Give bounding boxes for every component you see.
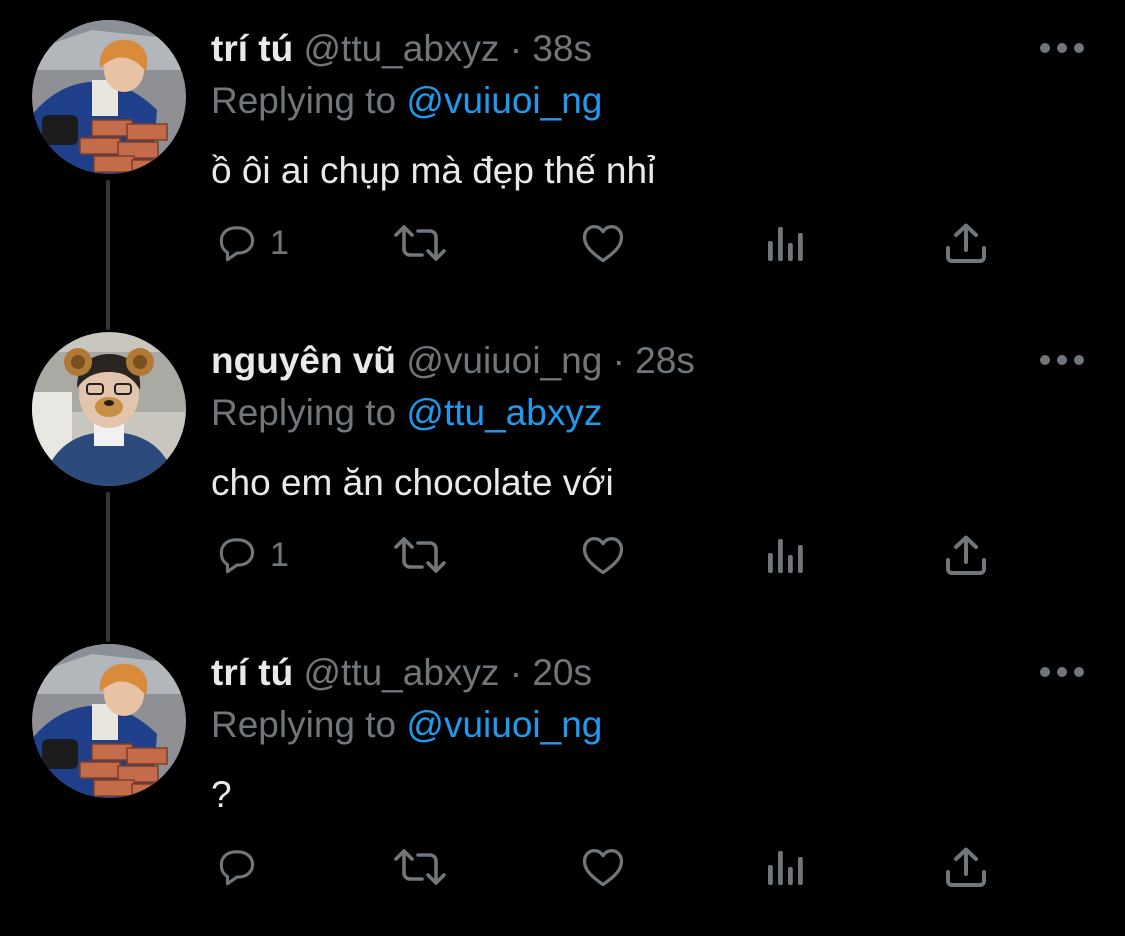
tweet-text: ồ ôi ai chụp mà đẹp thế nhỉ — [211, 150, 656, 191]
separator-dot: · — [509, 28, 523, 69]
timestamp[interactable]: 38s — [532, 28, 592, 69]
tweet-text: ? — [211, 774, 232, 815]
tweet-text: cho em ăn chocolate với — [211, 462, 614, 503]
tweet[interactable]: trí tú @ttu_abxyz · 38s Replying to @vui… — [0, 0, 1125, 312]
views-icon — [766, 535, 806, 575]
reply-count: 1 — [270, 536, 289, 574]
share-icon — [944, 222, 988, 264]
heart-icon — [580, 846, 626, 888]
retweet-icon — [392, 221, 448, 265]
tweet-actions: 1 — [0, 525, 1125, 585]
retweet-button[interactable] — [392, 525, 448, 585]
separator-dot: · — [612, 340, 625, 381]
tweet-header: nguyên vũ @vuiuoi_ng · 28s — [211, 338, 695, 384]
like-button[interactable] — [580, 213, 626, 273]
share-icon — [944, 846, 988, 888]
tweet-header: trí tú @ttu_abxyz · 20s — [211, 650, 592, 696]
tweet-actions: 1 — [0, 213, 1125, 273]
separator-dot: · — [509, 652, 523, 693]
display-name[interactable]: trí tú — [211, 652, 293, 693]
user-handle[interactable]: @ttu_abxyz — [303, 28, 499, 69]
user-handle[interactable]: @vuiuoi_ng — [406, 340, 602, 381]
mention-link[interactable]: @vuiuoi_ng — [406, 80, 602, 121]
more-icon[interactable] — [1040, 350, 1084, 370]
mention-link[interactable]: @vuiuoi_ng — [406, 704, 602, 745]
replying-to: Replying to @vuiuoi_ng — [211, 78, 602, 124]
tweet[interactable]: trí tú @ttu_abxyz · 20s Replying to @vui… — [0, 624, 1125, 936]
replying-prefix: Replying to — [211, 392, 397, 433]
tweet[interactable]: nguyên vũ @vuiuoi_ng · 28s Replying to @… — [0, 312, 1125, 624]
like-button[interactable] — [580, 525, 626, 585]
reply-button[interactable]: 1 — [214, 525, 289, 585]
views-button[interactable] — [766, 213, 806, 273]
retweet-icon — [392, 533, 448, 577]
user-handle[interactable]: @ttu_abxyz — [303, 652, 499, 693]
timestamp[interactable]: 28s — [635, 340, 695, 381]
timestamp[interactable]: 20s — [532, 652, 592, 693]
views-icon — [766, 223, 806, 263]
tweet-header: trí tú @ttu_abxyz · 38s — [211, 26, 592, 72]
share-icon — [944, 534, 988, 576]
share-button[interactable] — [944, 213, 988, 273]
reply-icon — [214, 845, 260, 889]
mention-link[interactable]: @ttu_abxyz — [406, 392, 602, 433]
views-button[interactable] — [766, 837, 806, 897]
share-button[interactable] — [944, 525, 988, 585]
avatar-orange-hair-blue-jacket[interactable] — [32, 644, 186, 798]
reply-button[interactable] — [214, 837, 270, 897]
reply-icon — [214, 221, 260, 265]
retweet-button[interactable] — [392, 837, 448, 897]
like-button[interactable] — [580, 837, 626, 897]
replying-prefix: Replying to — [211, 80, 397, 121]
reply-button[interactable]: 1 — [214, 213, 289, 273]
reply-icon — [214, 533, 260, 577]
replying-to: Replying to @vuiuoi_ng — [211, 702, 602, 748]
retweet-icon — [392, 845, 448, 889]
replying-prefix: Replying to — [211, 704, 397, 745]
views-icon — [766, 847, 806, 887]
views-button[interactable] — [766, 525, 806, 585]
tweet-actions — [0, 837, 1125, 897]
avatar-bear-filter[interactable] — [32, 332, 186, 486]
more-icon[interactable] — [1040, 662, 1084, 682]
share-button[interactable] — [944, 837, 988, 897]
display-name[interactable]: nguyên vũ — [211, 340, 396, 381]
display-name[interactable]: trí tú — [211, 28, 293, 69]
more-icon[interactable] — [1040, 38, 1084, 58]
reply-count: 1 — [270, 224, 289, 262]
avatar-orange-hair-blue-jacket[interactable] — [32, 20, 186, 174]
heart-icon — [580, 534, 626, 576]
replying-to: Replying to @ttu_abxyz — [211, 390, 602, 436]
heart-icon — [580, 222, 626, 264]
retweet-button[interactable] — [392, 213, 448, 273]
